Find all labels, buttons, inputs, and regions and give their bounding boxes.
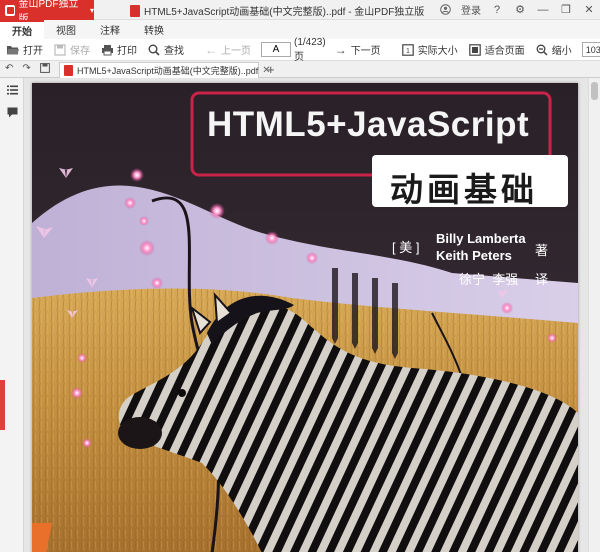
minimize-icon[interactable]: — <box>536 3 550 17</box>
undo-icon[interactable]: ↶ <box>5 63 13 76</box>
zoom-select[interactable]: 103.66% ▾ <box>581 42 600 57</box>
vertical-scrollbar[interactable] <box>588 78 600 552</box>
pdf-file-icon <box>130 4 140 17</box>
redo-icon[interactable]: ↷ <box>22 63 30 76</box>
tab-convert[interactable]: 转换 <box>132 20 176 39</box>
fit-page-button[interactable]: 适合页面 <box>468 42 525 57</box>
printer-icon <box>100 43 114 57</box>
find-label: 查找 <box>164 46 184 57</box>
next-page-label: 下一页 <box>350 46 381 57</box>
tab-view[interactable]: 视图 <box>44 20 88 39</box>
actual-size-icon: 1 <box>401 43 415 57</box>
zoom-out-button[interactable]: 缩小 <box>535 42 572 57</box>
cover-author-role: 著 <box>535 243 549 258</box>
quick-actions: ↶ ↷ <box>5 63 50 76</box>
document-tab-title: HTML5+JavaScript动画基础(中文完整版)..pdf <box>77 66 259 76</box>
prev-page-label: 上一页 <box>221 46 251 57</box>
zoom-out-label: 缩小 <box>551 46 572 57</box>
chevron-down-icon: ▾ <box>89 5 94 15</box>
cover-translator-role: 译 <box>535 272 549 287</box>
sidebar-toggle-handle[interactable] <box>0 380 5 430</box>
app-logo-icon <box>5 4 16 16</box>
toolbar: 打开 保存 打印 查找 ← 上一页 (1/423)页 → 下一页 1 实际大小 <box>0 36 600 63</box>
next-page-button[interactable]: → 下一页 <box>334 42 381 58</box>
restore-icon[interactable]: ❐ <box>559 3 573 17</box>
open-label: 打开 <box>23 46 43 57</box>
gear-icon[interactable]: ⚙ <box>513 3 527 17</box>
arrow-left-icon: ← <box>205 42 217 57</box>
outline-icon[interactable] <box>6 84 18 96</box>
folder-icon <box>6 43 20 57</box>
close-icon[interactable]: ✕ <box>582 3 596 17</box>
pdf-file-icon <box>64 65 73 76</box>
svg-text:1: 1 <box>406 48 410 55</box>
help-icon[interactable]: ? <box>490 3 504 17</box>
arrow-right-icon: → <box>334 42 347 57</box>
open-button[interactable]: 打开 <box>6 42 43 57</box>
new-tab-button[interactable]: + <box>267 62 275 77</box>
cover-author-1: Billy Lamberta <box>436 231 526 246</box>
document-tab-bar: ↶ ↷ HTML5+JavaScript动画基础(中文完整版)..pdf ✕ + <box>0 61 600 78</box>
fit-page-icon <box>468 43 482 57</box>
sidebar <box>0 78 24 552</box>
tab-annotate[interactable]: 注释 <box>88 20 132 39</box>
cover-nationality: [ 美 ] <box>392 240 420 255</box>
cover-translators: 徐宁 李强 <box>459 272 519 287</box>
zoom-value: 103.66% <box>585 44 600 55</box>
page-number-input[interactable] <box>261 42 291 57</box>
window-controls: 登录 ? ⚙ — ❐ ✕ <box>438 2 596 17</box>
title-bar: 金山PDF独立版 ▾ HTML5+JavaScript动画基础(中文完整版)..… <box>0 0 600 25</box>
prev-page-button[interactable]: ← 上一页 <box>204 42 251 58</box>
find-button[interactable]: 查找 <box>147 42 184 57</box>
scrollbar-thumb[interactable] <box>591 82 598 100</box>
cover-author-2: Keith Peters <box>436 248 512 263</box>
app-menu-button[interactable]: 金山PDF独立版 ▾ <box>0 0 94 25</box>
actual-size-button[interactable]: 1 实际大小 <box>401 42 458 57</box>
cover-subtitle: 动画基础 <box>390 171 538 208</box>
book-cover-image <box>32 83 578 552</box>
save-label: 保存 <box>70 46 90 57</box>
page-total: (1/423)页 <box>294 36 326 63</box>
save-button[interactable]: 保存 <box>53 42 90 57</box>
print-label: 打印 <box>117 46 137 57</box>
pdf-page: HTML5+JavaScript 动画基础 [ 美 ] Billy Lamber… <box>32 83 578 552</box>
tab-start[interactable]: 开始 <box>0 20 44 39</box>
cover-title: HTML5+JavaScript <box>207 105 530 144</box>
actual-size-label: 实际大小 <box>417 46 458 57</box>
zoom-out-icon <box>535 43 549 57</box>
login-link[interactable]: 登录 <box>461 2 481 17</box>
comments-icon[interactable] <box>6 106 18 118</box>
print-button[interactable]: 打印 <box>100 42 137 57</box>
save-icon <box>53 43 67 57</box>
quick-save-icon[interactable] <box>39 63 50 76</box>
fit-page-label: 适合页面 <box>484 46 525 57</box>
user-icon <box>438 3 452 17</box>
window-title-text: HTML5+JavaScript动画基础(中文完整版)..pdf - 金山PDF… <box>144 7 425 18</box>
search-icon <box>147 43 161 57</box>
document-view[interactable]: HTML5+JavaScript 动画基础 [ 美 ] Billy Lamber… <box>24 78 600 552</box>
document-tab[interactable]: HTML5+JavaScript动画基础(中文完整版)..pdf ✕ <box>59 62 271 78</box>
window-title: HTML5+JavaScript动画基础(中文完整版)..pdf - 金山PDF… <box>130 3 450 18</box>
